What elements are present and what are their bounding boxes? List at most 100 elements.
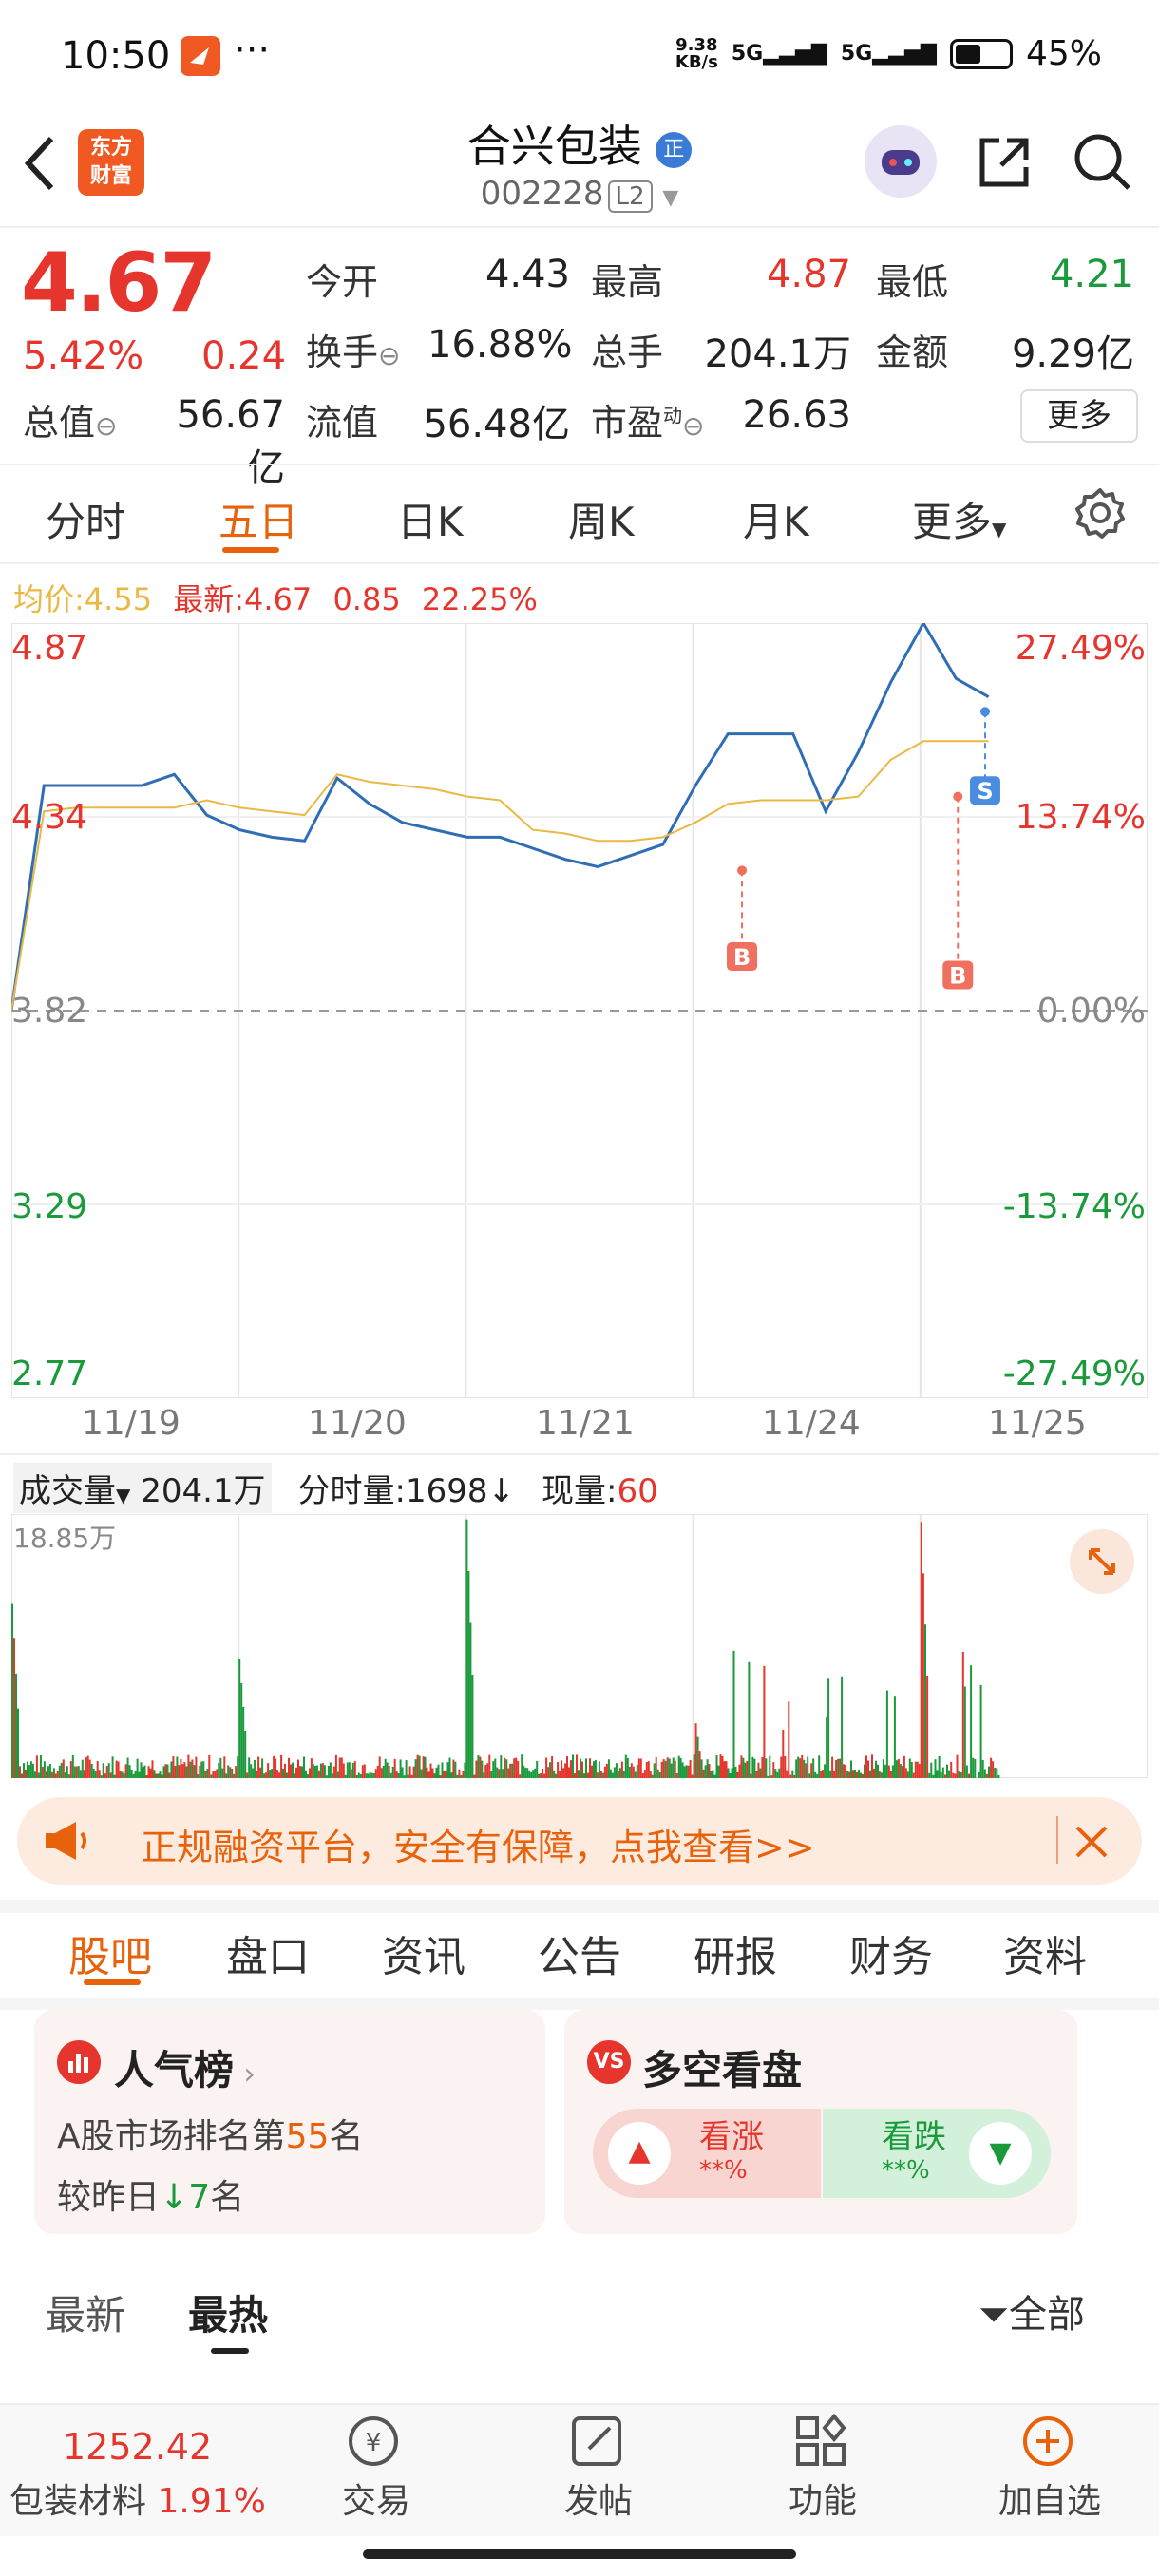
vol-bar: [502, 1769, 504, 1778]
vol-bar: [128, 1765, 131, 1778]
vol-bar: [393, 1758, 396, 1778]
post-label[interactable]: 发帖: [560, 2473, 636, 2523]
vol-bar: [115, 1760, 118, 1778]
vol-bar: [818, 1755, 821, 1778]
trade-label[interactable]: 交易: [338, 2473, 414, 2523]
price-chart[interactable]: B B S: [11, 623, 1148, 1398]
vol-bar: [58, 1765, 61, 1778]
vol-bar: [332, 1766, 335, 1778]
vol-bar: [757, 1762, 760, 1778]
vol-bar: [628, 1766, 631, 1778]
more-button[interactable]: 更多: [1020, 389, 1138, 443]
search-icon[interactable]: [1072, 131, 1132, 196]
vol-bar: [860, 1772, 862, 1778]
vol-bar: [748, 1661, 750, 1778]
subtab-finance[interactable]: 财务: [849, 1923, 933, 1983]
home-indicator[interactable]: [363, 2549, 796, 2559]
vol-bar: [566, 1756, 568, 1778]
marker-label-2: S: [977, 778, 993, 805]
vol-bar: [310, 1758, 313, 1778]
vol-bar: [908, 1758, 911, 1778]
sector-value[interactable]: 1252.42: [63, 2426, 212, 2468]
vol-bar: [774, 1769, 777, 1778]
add-watchlist-icon[interactable]: [1016, 2413, 1079, 2473]
feed-filter[interactable]: ⏷全部: [978, 2283, 1085, 2339]
vol-bar: [613, 1767, 616, 1778]
subtab-guba[interactable]: 股吧: [68, 1923, 152, 1983]
change-percent: 5.42%: [23, 334, 144, 378]
trade-icon[interactable]: ¥: [342, 2413, 405, 2473]
feed-tab-hot[interactable]: 最热: [188, 2283, 268, 2341]
current-price: 4.67: [21, 236, 217, 331]
marker-dot-2: [979, 707, 990, 717]
tab-weekly-k[interactable]: 周K: [568, 490, 635, 548]
sector-info[interactable]: 包装材料 1.91%: [10, 2473, 266, 2523]
vol-bar: [996, 1768, 998, 1778]
vol-bar: [845, 1765, 847, 1778]
vol-bar: [216, 1769, 218, 1778]
add-watchlist-label[interactable]: 加自选: [988, 2473, 1112, 2523]
vol-bar: [526, 1768, 529, 1778]
vol-bar: [193, 1765, 196, 1778]
vol-bar: [835, 1760, 838, 1778]
vol-bar: [88, 1759, 91, 1778]
vol-bar: [301, 1766, 303, 1778]
subtab-pankou[interactable]: 盘口: [226, 1923, 310, 1983]
settings-gear-icon[interactable]: [1074, 486, 1127, 543]
vol-bar: [13, 1638, 15, 1778]
vol-bar: [731, 1768, 733, 1778]
tab-monthly-k[interactable]: 月K: [743, 490, 809, 548]
expand-icon[interactable]: [1070, 1529, 1134, 1594]
mktcap-value: 56.67亿: [176, 393, 285, 490]
vol-bar: [100, 1775, 103, 1778]
tab-five-day[interactable]: 五日: [218, 490, 298, 548]
banner-text[interactable]: 正规融资平台，安全有保障，点我查看>>: [141, 1818, 815, 1870]
feed-tab-latest[interactable]: 最新: [46, 2283, 125, 2341]
subtab-news[interactable]: 资讯: [382, 1923, 466, 1983]
feed-tab-underline: [211, 2348, 249, 2354]
post-icon[interactable]: [566, 2413, 629, 2473]
tab-more[interactable]: 更多▼: [912, 490, 1006, 548]
vol-bar: [875, 1760, 877, 1778]
vol-bar: [778, 1768, 781, 1778]
function-icon[interactable]: [790, 2413, 853, 2473]
banner-separator: [1056, 1816, 1058, 1864]
vol-bar: [713, 1774, 716, 1778]
tab-daily-k[interactable]: 日K: [397, 490, 464, 548]
vol-bar: [67, 1774, 70, 1778]
vol-bar: [199, 1765, 201, 1778]
vol-bar: [479, 1756, 482, 1778]
quote-divider: [0, 464, 1159, 465]
vol-bar: [549, 1762, 552, 1778]
vol-bar: [677, 1755, 680, 1778]
y-right-tick-4: -27.49%: [1002, 1354, 1146, 1393]
vol-bar: [983, 1769, 986, 1778]
vol-bar: [816, 1773, 819, 1778]
vol-bar: [797, 1756, 800, 1778]
vol-bar: [204, 1771, 207, 1778]
tab-intraday[interactable]: 分时: [46, 490, 125, 548]
vol-bar: [355, 1774, 358, 1778]
subtab-announcement[interactable]: 公告: [538, 1923, 621, 1983]
assistant-avatar[interactable]: [864, 125, 937, 198]
turnover-label: 换手⊖: [306, 331, 401, 373]
popularity-title[interactable]: 人气榜 ›: [114, 2038, 256, 2096]
share-icon[interactable]: [975, 133, 1034, 196]
vol-bar: [864, 1764, 865, 1778]
volume-selector[interactable]: 成交量▼ 204.1万: [13, 1463, 272, 1513]
section-gap: [0, 1900, 1159, 1913]
subtab-research[interactable]: 研报: [694, 1923, 777, 1983]
function-label[interactable]: 功能: [785, 2473, 861, 2523]
vol-bar: [214, 1771, 217, 1778]
vol-bar: [303, 1756, 305, 1778]
vol-bar: [286, 1772, 288, 1778]
vol-bar: [618, 1768, 621, 1778]
vol-bar: [632, 1766, 635, 1778]
vol-bar: [340, 1757, 343, 1778]
vol-bar: [401, 1767, 404, 1778]
vol-bar: [155, 1773, 158, 1778]
close-icon[interactable]: [1072, 1822, 1112, 1866]
vol-bar: [956, 1754, 959, 1778]
subtab-profile[interactable]: 资料: [1003, 1923, 1087, 1983]
volume-info-row: 成交量▼ 204.1万 分时量:1698↓ 现量:60: [13, 1463, 658, 1513]
